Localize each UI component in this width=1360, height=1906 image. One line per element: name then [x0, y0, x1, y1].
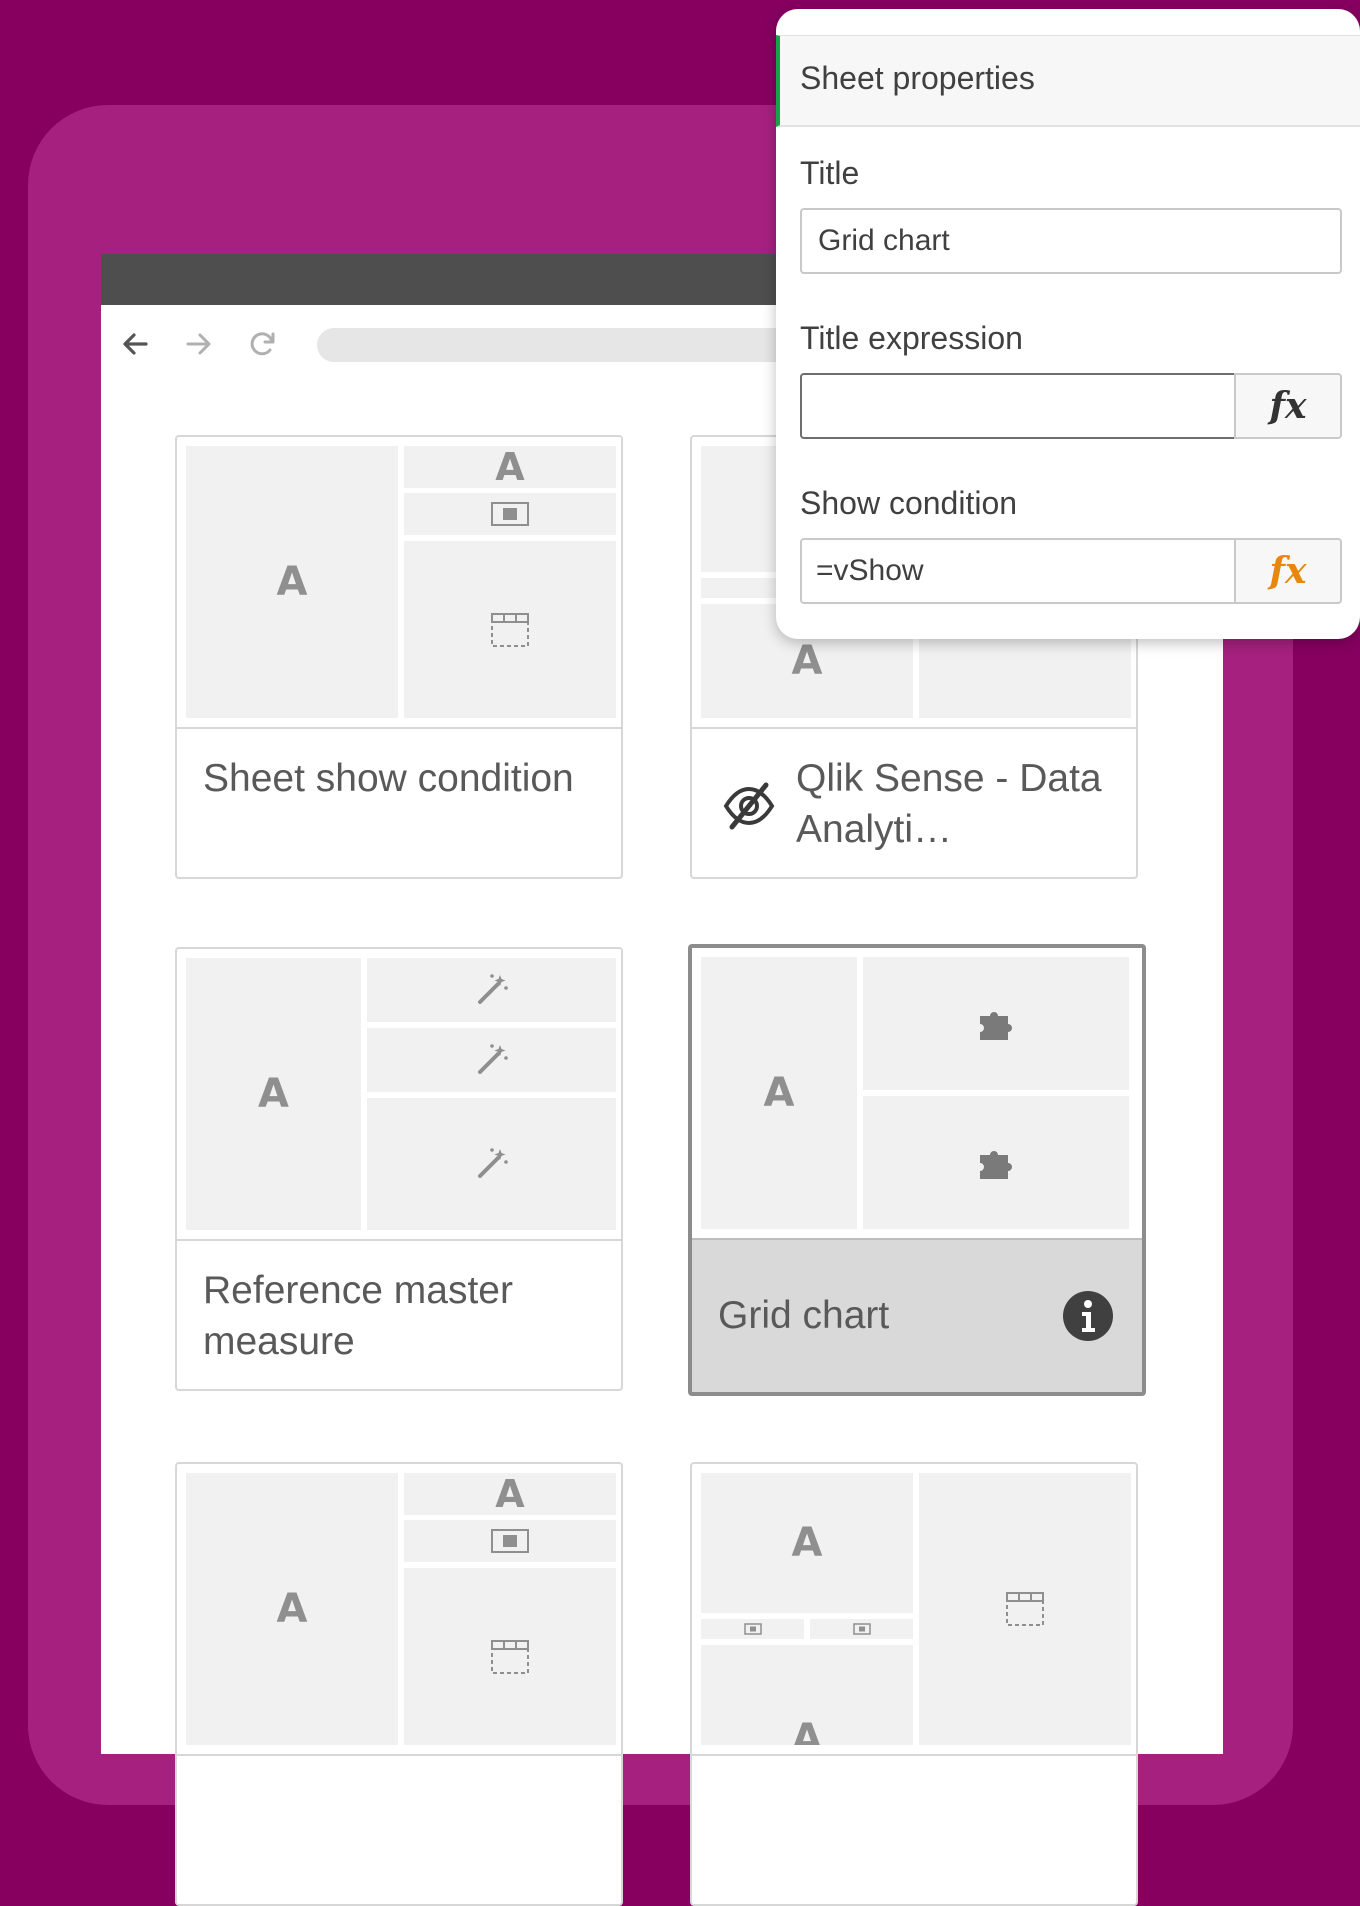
fx-icon: fx	[1269, 385, 1307, 427]
title-label: Title	[800, 155, 860, 191]
sheet-thumbnail: A	[177, 949, 621, 1239]
kpi-icon	[743, 1623, 762, 1635]
puzzle-extension-icon	[980, 1011, 1012, 1040]
title-expression-label: Title expression	[800, 320, 1023, 356]
sheet-card-selected[interactable]: A Grid chart	[688, 944, 1146, 1396]
title-expression-fx-button[interactable]: fx	[1234, 373, 1342, 439]
filter-pane-icon	[491, 1639, 529, 1674]
text-object-icon: A	[495, 1472, 525, 1516]
title-expression-input[interactable]	[800, 373, 1236, 439]
fx-icon: fx	[1269, 550, 1307, 592]
sheet-title: Grid chart	[718, 1294, 890, 1337]
sheet-card[interactable]: A A Sheet show condition	[175, 435, 623, 879]
sheet-thumbnail: A	[692, 948, 1142, 1238]
show-condition-fx-button[interactable]: fx	[1234, 538, 1342, 604]
sheet-card-footer	[177, 1754, 621, 1904]
info-icon[interactable]	[1062, 1290, 1114, 1342]
sheet-thumbnail: A A	[177, 437, 621, 727]
magic-wand-icon	[477, 1148, 508, 1178]
show-condition-input[interactable]: =vShow	[800, 538, 1236, 604]
filter-pane-icon	[1006, 1592, 1044, 1626]
panel-header: Sheet properties	[776, 35, 1360, 127]
eye-slash-icon	[723, 782, 775, 830]
text-object-icon: A	[791, 1520, 823, 1566]
magic-wand-icon	[477, 1044, 508, 1074]
puzzle-extension-icon	[980, 1150, 1012, 1179]
kpi-icon	[491, 1529, 529, 1553]
sheet-card-footer: Reference master measure	[177, 1239, 621, 1389]
sheet-card[interactable]: A A	[175, 1462, 623, 1906]
panel-title: Sheet properties	[800, 60, 1035, 96]
sheet-card-footer: Grid chart	[692, 1238, 1142, 1392]
sheet-title: Sheet show condition	[203, 757, 574, 800]
sheet-title: Reference master measure	[203, 1269, 513, 1363]
text-object-icon: A	[276, 1586, 308, 1632]
text-object-icon: A	[791, 1716, 823, 1745]
title-input[interactable]: Grid chart	[800, 208, 1342, 274]
sheet-card-footer	[692, 1754, 1136, 1904]
sheet-properties-panel: Sheet properties Title Grid chart Title …	[776, 9, 1360, 639]
text-object-icon: A	[763, 1070, 795, 1116]
kpi-icon	[491, 502, 529, 526]
text-object-icon: A	[276, 559, 308, 605]
sheet-card-footer: Qlik Sense - Data Analyti…	[692, 727, 1136, 877]
sheet-title: Qlik Sense - Data Analyti…	[796, 757, 1102, 851]
sheet-card[interactable]: A A	[690, 1462, 1138, 1906]
text-object-icon: A	[495, 445, 525, 489]
filter-pane-icon	[491, 612, 529, 647]
magic-wand-icon	[477, 974, 508, 1004]
text-object-icon: A	[258, 1071, 289, 1117]
sheet-thumbnail: A A	[177, 1464, 621, 1754]
sheet-card[interactable]: A Reference master measure	[175, 947, 623, 1391]
sheet-card-footer: Sheet show condition	[177, 727, 621, 877]
forward-arrow-icon[interactable]	[181, 326, 217, 362]
text-object-icon: A	[791, 638, 823, 684]
sheet-thumbnail: A A	[692, 1464, 1136, 1754]
kpi-icon	[852, 1623, 871, 1635]
back-arrow-icon[interactable]	[117, 326, 153, 362]
reload-icon[interactable]	[245, 326, 281, 362]
show-condition-label: Show condition	[800, 485, 1018, 521]
